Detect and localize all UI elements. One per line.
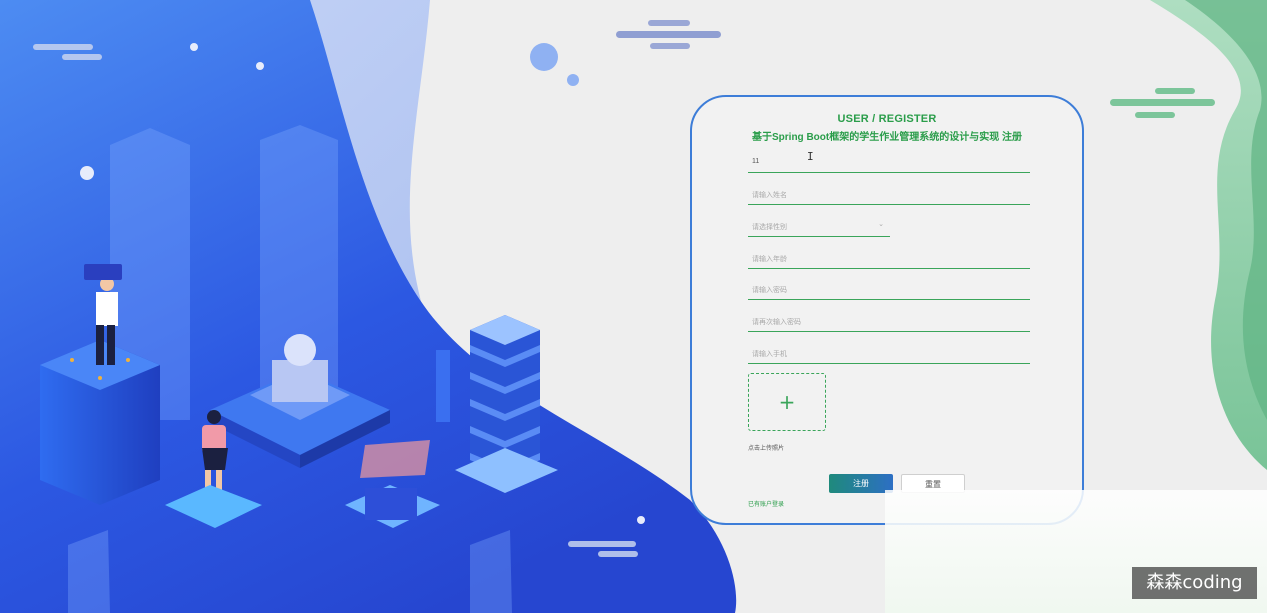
gender-select[interactable]: 请选择性别 ⌄ [748,216,890,237]
watermark: 森森coding [1132,567,1257,599]
chevron-down-icon: ⌄ [878,221,884,228]
system-title: 基于Spring Boot框架的学生作业管理系统的设计与实现 注册 [752,132,1022,143]
text-cursor-icon: I [807,150,814,163]
register-button[interactable]: 注册 [829,474,893,493]
username-field[interactable]: 11 [748,152,1030,173]
plus-icon: + [778,390,796,414]
phone-placeholder: 请输入手机 [752,351,787,358]
login-link[interactable]: 已有账户登录 [748,499,784,508]
name-field[interactable]: 请输入姓名 [748,184,1030,205]
photo-upload-box[interactable]: + [748,373,826,431]
register-card: USER / REGISTER 基于Spring Boot框架的学生作业管理系统… [690,95,1084,525]
gender-placeholder: 请选择性别 [752,224,787,231]
name-placeholder: 请输入姓名 [752,192,787,199]
username-value: 11 [752,158,760,165]
age-field[interactable]: 请输入年龄 [748,248,1030,269]
confirm-password-placeholder: 请再次输入密码 [752,319,801,326]
phone-field[interactable]: 请输入手机 [748,343,1030,364]
upload-label: 点击上传照片 [748,446,785,452]
confirm-password-field[interactable]: 请再次输入密码 [748,311,1030,332]
form-heading: USER / REGISTER [837,113,937,125]
age-placeholder: 请输入年龄 [752,256,787,263]
password-placeholder: 请输入密码 [752,287,787,294]
password-field[interactable]: 请输入密码 [748,279,1030,300]
